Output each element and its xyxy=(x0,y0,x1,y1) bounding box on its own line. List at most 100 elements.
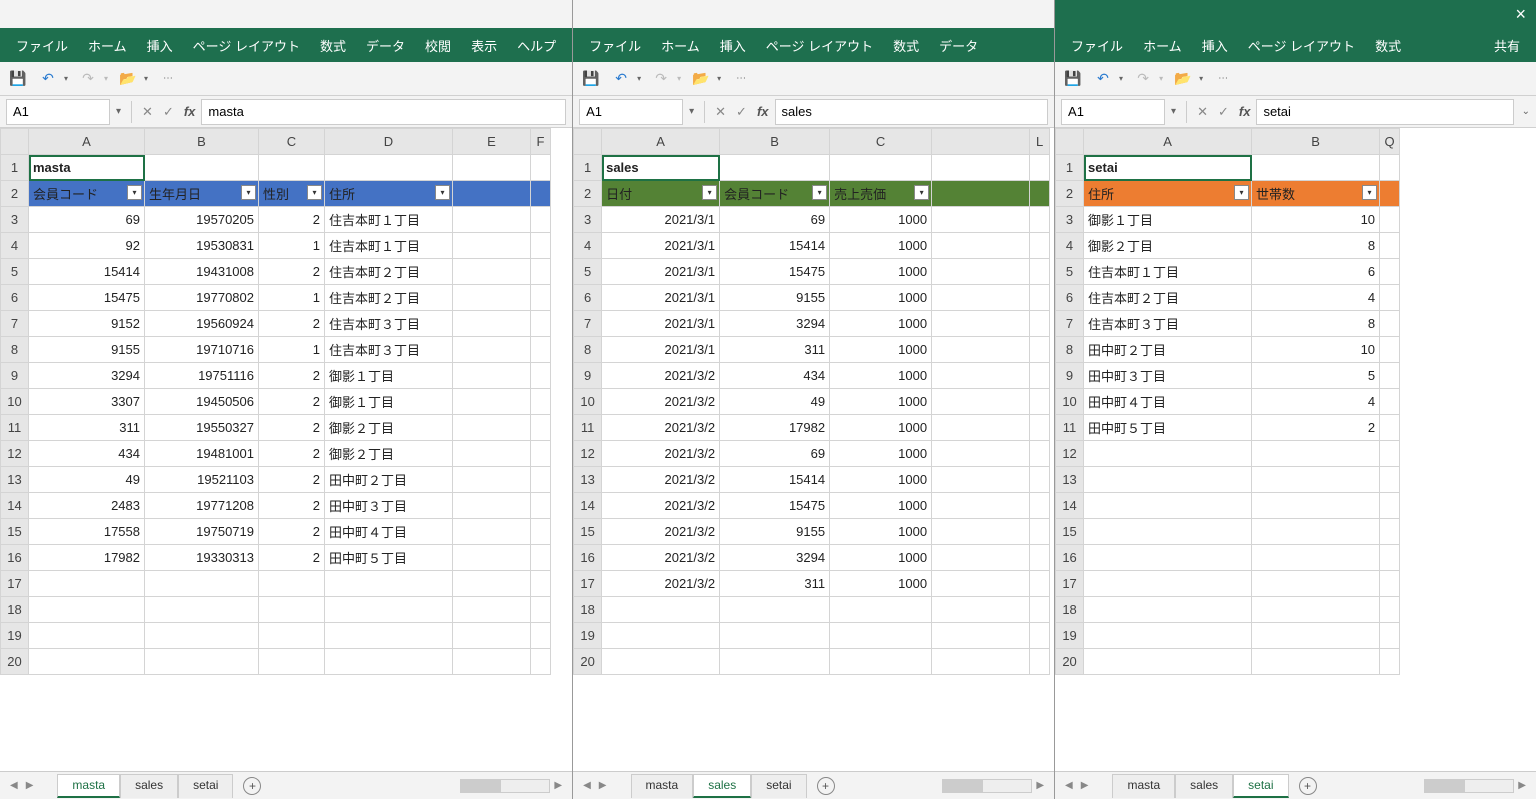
cell[interactable]: 1000 xyxy=(830,259,932,285)
cell[interactable] xyxy=(1252,623,1380,649)
cell[interactable]: 15475 xyxy=(720,493,830,519)
cell[interactable]: 3294 xyxy=(720,545,830,571)
cell[interactable]: 住吉本町３丁目 xyxy=(325,311,453,337)
cell[interactable] xyxy=(932,597,1030,623)
row-header[interactable]: 7 xyxy=(1,311,29,337)
cell[interactable] xyxy=(1030,311,1050,337)
cell[interactable]: 17558 xyxy=(29,519,145,545)
cell[interactable]: 田中町４丁目 xyxy=(1084,389,1252,415)
cell[interactable]: 434 xyxy=(29,441,145,467)
cell[interactable]: 19750719 xyxy=(145,519,259,545)
cell[interactable] xyxy=(453,571,531,597)
cell[interactable] xyxy=(29,649,145,675)
row-header[interactable]: 17 xyxy=(1,571,29,597)
cell[interactable]: 田中町３丁目 xyxy=(325,493,453,519)
ribbon-tab[interactable]: 数式 xyxy=(883,30,929,61)
cell[interactable] xyxy=(1380,285,1400,311)
cell[interactable] xyxy=(259,597,325,623)
cell[interactable] xyxy=(932,181,1030,207)
ribbon-tab[interactable]: ファイル xyxy=(6,30,78,61)
table-header-cell[interactable]: 売上売価▾ xyxy=(830,181,932,207)
row-header[interactable]: 3 xyxy=(1056,207,1084,233)
ribbon-tab[interactable]: 表示 xyxy=(461,30,507,61)
qat-more-icon[interactable]: ⋯ xyxy=(158,69,178,89)
cell[interactable] xyxy=(1380,389,1400,415)
redo-icon[interactable]: ↷ xyxy=(651,69,671,89)
cell[interactable] xyxy=(1030,415,1050,441)
cell[interactable] xyxy=(453,155,531,181)
cell[interactable] xyxy=(830,623,932,649)
cell[interactable] xyxy=(932,441,1030,467)
row-header[interactable]: 19 xyxy=(1,623,29,649)
cell[interactable] xyxy=(830,155,932,181)
cell[interactable]: 15475 xyxy=(29,285,145,311)
row-header[interactable]: 2 xyxy=(574,181,602,207)
name-box[interactable] xyxy=(1061,99,1165,125)
ribbon-tab[interactable]: ページ レイアウト xyxy=(1238,30,1365,61)
cell[interactable] xyxy=(531,207,551,233)
redo-dropdown-icon[interactable]: ▾ xyxy=(1159,74,1163,83)
row-header[interactable]: 6 xyxy=(574,285,602,311)
cell[interactable]: 2 xyxy=(1252,415,1380,441)
cell[interactable]: 田中町５丁目 xyxy=(325,545,453,571)
cell[interactable] xyxy=(1252,467,1380,493)
fx-icon[interactable]: fx xyxy=(757,104,769,119)
cell[interactable]: 92 xyxy=(29,233,145,259)
redo-dropdown-icon[interactable]: ▾ xyxy=(104,74,108,83)
cell[interactable]: 2021/3/1 xyxy=(602,233,720,259)
cell[interactable] xyxy=(531,623,551,649)
cell[interactable] xyxy=(325,623,453,649)
formula-expand-icon[interactable]: ⌄ xyxy=(1522,106,1530,117)
cell[interactable] xyxy=(1030,389,1050,415)
cell[interactable]: 住吉本町３丁目 xyxy=(1084,311,1252,337)
ribbon-tab[interactable]: 挿入 xyxy=(1192,30,1238,61)
table-header-cell[interactable]: 会員コード▾ xyxy=(720,181,830,207)
row-header[interactable]: 19 xyxy=(1056,623,1084,649)
cell[interactable]: 2483 xyxy=(29,493,145,519)
column-header[interactable]: Q xyxy=(1380,129,1400,155)
name-box[interactable] xyxy=(579,99,683,125)
row-header[interactable]: 11 xyxy=(1,415,29,441)
horizontal-scrollbar[interactable] xyxy=(942,779,1032,793)
cell[interactable]: 2021/3/1 xyxy=(602,337,720,363)
column-header[interactable]: B xyxy=(1252,129,1380,155)
ribbon-tab[interactable]: ページ レイアウト xyxy=(756,30,883,61)
ribbon-tab[interactable]: ホーム xyxy=(78,30,137,61)
row-header[interactable]: 20 xyxy=(1,649,29,675)
cell[interactable] xyxy=(1084,571,1252,597)
cell[interactable] xyxy=(1030,493,1050,519)
ribbon-tab[interactable]: ヘルプ xyxy=(507,30,566,61)
row-header[interactable]: 8 xyxy=(1056,337,1084,363)
filter-dropdown-icon[interactable]: ▾ xyxy=(1362,185,1377,200)
cell[interactable]: 2 xyxy=(259,415,325,441)
cell[interactable]: 2021/3/1 xyxy=(602,285,720,311)
cell[interactable]: 御影２丁目 xyxy=(325,441,453,467)
row-header[interactable]: 4 xyxy=(1056,233,1084,259)
cell[interactable]: 1000 xyxy=(830,441,932,467)
cell[interactable]: 10 xyxy=(1252,207,1380,233)
cell[interactable] xyxy=(1030,181,1050,207)
cell[interactable]: 2 xyxy=(259,259,325,285)
ribbon-tab[interactable]: 挿入 xyxy=(710,30,756,61)
row-header[interactable]: 7 xyxy=(574,311,602,337)
cell[interactable]: 1000 xyxy=(830,389,932,415)
cell[interactable]: 1000 xyxy=(830,285,932,311)
undo-icon[interactable]: ↶ xyxy=(1093,69,1113,89)
ribbon-tab[interactable]: 校閲 xyxy=(415,30,461,61)
cell[interactable]: 住吉本町３丁目 xyxy=(325,337,453,363)
cell[interactable] xyxy=(932,337,1030,363)
row-header[interactable]: 3 xyxy=(574,207,602,233)
cell[interactable] xyxy=(1380,519,1400,545)
cell[interactable] xyxy=(1380,311,1400,337)
cell[interactable]: 2021/3/1 xyxy=(602,259,720,285)
cell[interactable]: 19481001 xyxy=(145,441,259,467)
sheet-nav-next-icon[interactable]: ▶ xyxy=(22,780,38,791)
row-header[interactable]: 3 xyxy=(1,207,29,233)
sheet-tab[interactable]: sales xyxy=(693,774,751,798)
filter-dropdown-icon[interactable]: ▾ xyxy=(914,185,929,200)
cell[interactable] xyxy=(531,545,551,571)
cell[interactable] xyxy=(531,519,551,545)
cell[interactable] xyxy=(1084,545,1252,571)
row-header[interactable]: 14 xyxy=(574,493,602,519)
cell[interactable]: 2 xyxy=(259,545,325,571)
